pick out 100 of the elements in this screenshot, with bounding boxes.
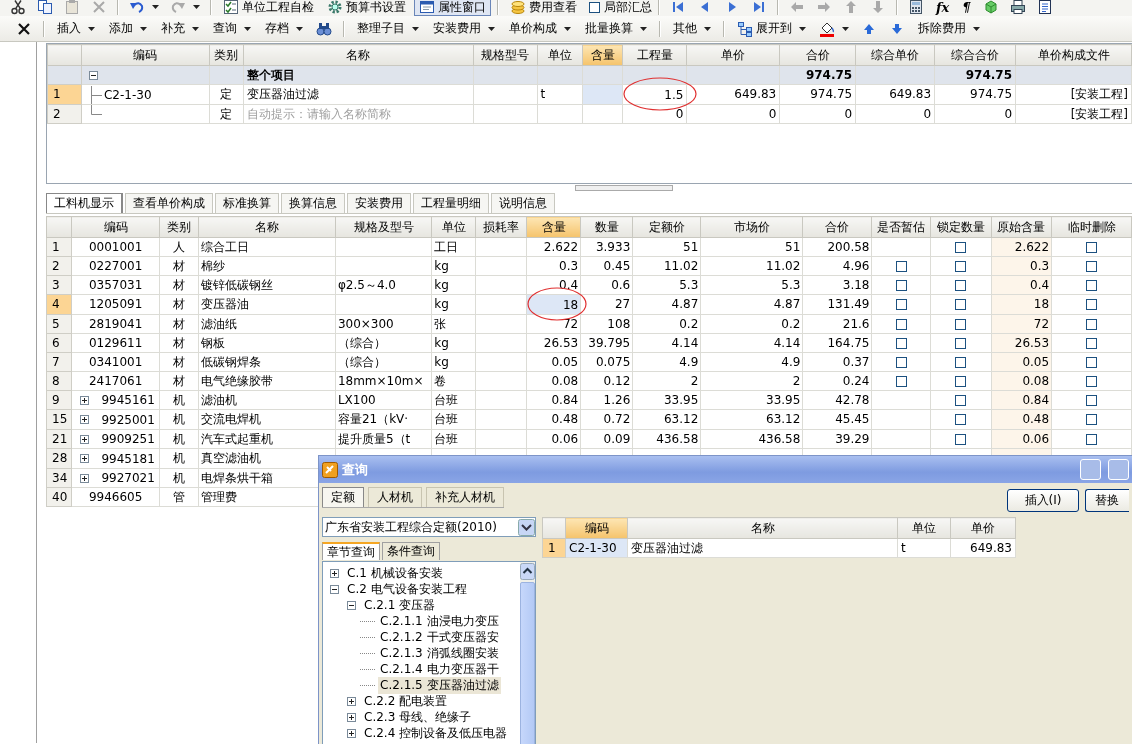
tab[interactable]: 查看单价构成 xyxy=(125,193,213,213)
checkbox[interactable] xyxy=(1086,318,1098,330)
column-header[interactable]: 单价 xyxy=(950,517,1016,539)
expand-icon[interactable] xyxy=(347,728,356,738)
menu-button[interactable]: 存档 xyxy=(260,18,308,39)
checkbox[interactable] xyxy=(955,299,967,311)
column-header[interactable]: 数量 xyxy=(580,216,633,238)
column-header[interactable]: 类别 xyxy=(159,216,199,238)
tree-item[interactable]: C.2.1.1 油浸电力变压 xyxy=(378,612,501,630)
menu-button[interactable]: 拆除费用 xyxy=(913,18,985,39)
column-header[interactable]: 锁定数量 xyxy=(930,216,992,238)
toolbar-button[interactable]: 属性窗口 xyxy=(414,0,491,16)
menu-button[interactable]: 补充 xyxy=(156,18,204,39)
tab[interactable]: 标准换算 xyxy=(215,193,279,213)
column-header[interactable]: 单价 xyxy=(686,44,780,66)
column-header[interactable]: 损耗率 xyxy=(475,216,527,238)
tree-item[interactable]: C.2.1.2 干式变压器安 xyxy=(378,628,501,646)
checkbox[interactable] xyxy=(1086,375,1098,387)
toolbar-button[interactable]: ¶ xyxy=(957,0,976,16)
tab[interactable]: 条件查询 xyxy=(382,542,440,560)
menu-button[interactable]: 整理子目 xyxy=(352,18,424,39)
expand-icon[interactable] xyxy=(330,584,339,594)
checkbox[interactable] xyxy=(1086,356,1098,368)
tab[interactable]: 安装费用 xyxy=(347,193,411,213)
checkbox[interactable] xyxy=(955,394,967,406)
toolbar-button[interactable]: 单位工程自检 xyxy=(218,0,319,16)
checkbox[interactable] xyxy=(955,433,967,445)
row-number[interactable]: 1 xyxy=(47,84,82,104)
menu-button[interactable]: 安装费用 xyxy=(428,18,500,39)
checkbox[interactable] xyxy=(955,356,967,368)
menu-button[interactable]: 插入 xyxy=(52,18,100,39)
tab[interactable]: 定额 xyxy=(322,487,364,507)
column-header[interactable]: 类别 xyxy=(209,44,244,66)
column-header[interactable]: 含量 xyxy=(526,216,581,238)
checkbox[interactable] xyxy=(955,375,967,387)
checkbox[interactable] xyxy=(955,280,967,291)
checkbox[interactable] xyxy=(955,261,967,272)
column-header[interactable]: 含量 xyxy=(583,44,623,66)
checkbox[interactable] xyxy=(955,242,967,253)
column-header[interactable]: 单位 xyxy=(537,44,583,66)
checkbox[interactable] xyxy=(1086,242,1098,253)
tree-item[interactable]: C.1 机械设备安装 xyxy=(345,564,445,582)
column-header[interactable]: 工程量 xyxy=(622,44,687,66)
expand-icon[interactable] xyxy=(80,415,90,424)
expand-icon[interactable] xyxy=(80,395,90,405)
menu-button[interactable]: 批量换算 xyxy=(580,18,652,39)
column-header[interactable]: 是否暂估 xyxy=(872,216,931,238)
tree-item[interactable]: C.2.3 母线、绝缘子 xyxy=(362,708,474,726)
column-header[interactable]: 原始含量 xyxy=(991,216,1052,238)
insert-button[interactable]: 插入(I) xyxy=(1007,489,1079,512)
toolbar-button[interactable]: 预算书设置 xyxy=(322,0,411,16)
expand-icon[interactable] xyxy=(80,473,90,483)
column-header[interactable]: 单位 xyxy=(431,216,476,238)
tab[interactable]: 人材机 xyxy=(368,487,422,507)
checkbox[interactable] xyxy=(1086,299,1098,311)
checkbox[interactable] xyxy=(895,318,907,330)
menu-button[interactable]: 单价构成 xyxy=(504,18,576,39)
tree-item[interactable]: C.2.1.3 消弧线圈安装 xyxy=(378,644,501,662)
checkbox[interactable] xyxy=(895,261,907,272)
expand-icon[interactable] xyxy=(347,696,356,706)
checkbox-label[interactable]: 局部汇总 xyxy=(604,0,652,16)
tab[interactable]: 说明信息 xyxy=(491,193,555,213)
checkbox[interactable] xyxy=(1086,261,1098,272)
menu-button[interactable]: 展开到 xyxy=(732,18,811,39)
expand-icon[interactable] xyxy=(330,568,339,578)
splitter-handle[interactable] xyxy=(575,185,673,191)
checkbox[interactable] xyxy=(1086,280,1098,291)
column-header[interactable]: 定额价 xyxy=(632,216,701,238)
tree-item[interactable]: C.2.1.4 电力变压器干 xyxy=(378,660,501,678)
checkbox[interactable] xyxy=(1086,433,1098,445)
checkbox[interactable] xyxy=(1086,414,1098,426)
column-header[interactable]: 名称 xyxy=(627,517,898,539)
checkbox[interactable] xyxy=(895,356,907,368)
toolbar-button[interactable]: fx xyxy=(931,0,955,16)
column-header[interactable]: 单位 xyxy=(897,517,951,539)
column-header[interactable]: 合价 xyxy=(779,44,856,66)
column-header[interactable]: 名称 xyxy=(198,216,336,238)
expand-icon[interactable] xyxy=(80,454,90,463)
tree-item[interactable]: C.2 电气设备安装工程 xyxy=(345,580,469,598)
tab[interactable]: 工料机显示 xyxy=(46,193,123,213)
expand-icon[interactable] xyxy=(347,712,356,722)
column-header[interactable]: 综合合价 xyxy=(934,44,1016,66)
checkbox[interactable] xyxy=(589,1,600,13)
menu-button[interactable]: 其他 xyxy=(668,18,716,39)
tree-item[interactable]: C.2.1 变压器 xyxy=(362,596,438,614)
scroll-up-icon[interactable] xyxy=(520,563,535,580)
tree-item[interactable]: C.2.2 配电装置 xyxy=(362,692,450,710)
column-header[interactable]: 规格及型号 xyxy=(335,216,432,238)
tab[interactable]: 换算信息 xyxy=(281,193,345,213)
column-header[interactable]: 编码 xyxy=(71,216,160,238)
tab[interactable]: 补充人材机 xyxy=(426,487,504,507)
menu-button[interactable]: 查询 xyxy=(208,18,256,39)
checkbox[interactable] xyxy=(895,375,907,387)
column-header[interactable]: 综合单价 xyxy=(855,44,935,66)
checkbox[interactable] xyxy=(955,414,967,426)
column-header[interactable]: 名称 xyxy=(243,44,474,66)
replace-button[interactable]: 替换 xyxy=(1085,489,1129,512)
column-header[interactable]: 临时删除 xyxy=(1051,216,1132,238)
column-header[interactable]: 市场价 xyxy=(700,216,803,238)
menu-button[interactable]: 添加 xyxy=(104,18,152,39)
